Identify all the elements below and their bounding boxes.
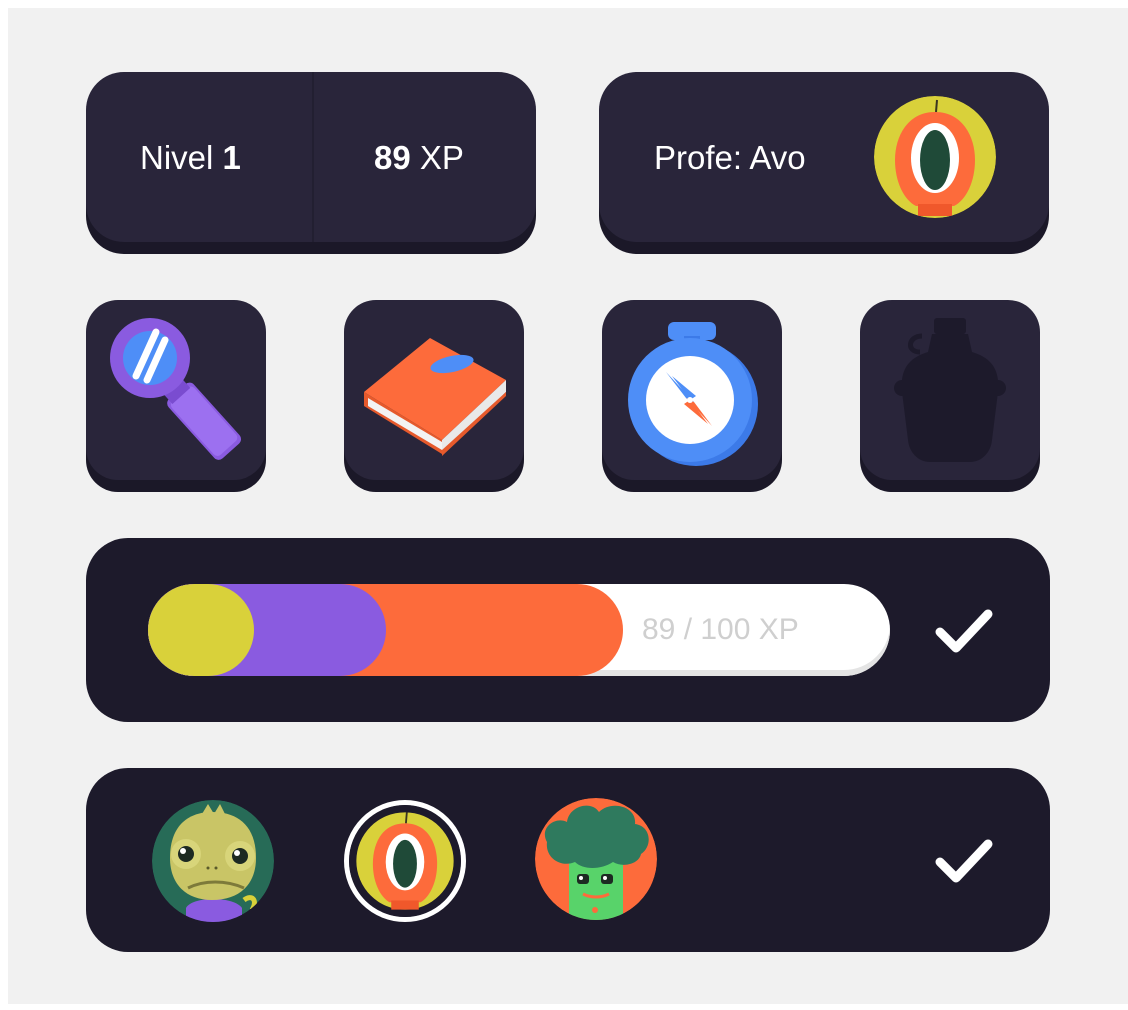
xp-stat: 89 XP (374, 138, 464, 178)
level-label: Nivel (140, 139, 214, 176)
xp-value: 89 (374, 139, 411, 176)
canvas: Nivel 1 89 XP Profe: Avo 89 / 100 XP (8, 8, 1128, 1004)
check-icon[interactable] (934, 836, 994, 886)
card-divider (312, 72, 314, 242)
tool-tile-magnifier[interactable] (86, 300, 266, 480)
compass-icon (628, 322, 758, 466)
teacher-label: Profe: Avo (654, 139, 806, 176)
tool-tile-book[interactable] (344, 300, 524, 480)
avatar-picker-panel (86, 768, 1050, 952)
tool-tile-compass[interactable] (602, 300, 782, 480)
xp-progress-panel: 89 / 100 XP (86, 538, 1050, 722)
level-value: 1 (222, 139, 241, 176)
magnifying-glass-icon (110, 318, 242, 460)
xp-progress-bar: 89 / 100 XP (148, 584, 890, 676)
xp-unit: XP (419, 139, 464, 176)
book-icon (364, 338, 506, 456)
xp-progress-label: 89 / 100 XP (642, 613, 799, 646)
level-xp-card: Nivel 1 89 XP (86, 72, 536, 242)
cyclops-avatar-icon (874, 96, 996, 218)
canteen-icon (894, 318, 1006, 462)
tree-monster-avatar-icon[interactable] (535, 798, 657, 920)
teacher-card: Profe: Avo (599, 72, 1049, 242)
tool-tile-canteen (860, 300, 1040, 480)
check-icon[interactable] (934, 606, 994, 656)
level-stat: Nivel 1 (140, 138, 241, 178)
progress-segment-yellow (148, 584, 254, 676)
chameleon-avatar-icon[interactable] (152, 800, 274, 922)
cyclops-avatar-icon[interactable] (344, 800, 466, 922)
